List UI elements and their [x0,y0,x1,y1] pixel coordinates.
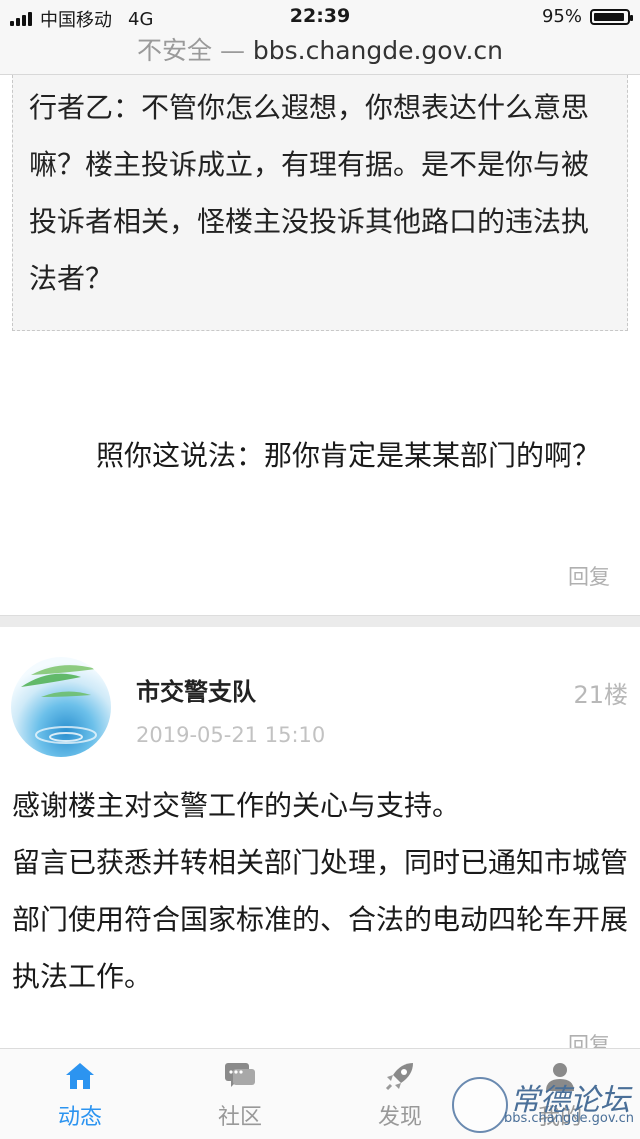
battery-info: 95% [541,6,633,27]
bamboo-leaf-icon [21,665,97,744]
reply-body: 照你这说法：那你肯定是某某部门的啊？ [96,439,601,472]
address-bar[interactable]: 不安全 — bbs.changde.gov.cn [0,34,640,75]
battery-icon [590,8,633,25]
floor-number: 21楼 [573,681,628,709]
reply-button[interactable]: 回复 [568,561,610,591]
quoted-reply: 行者乙：不管你怎么遐想，你想表达什么意思嘛？楼主投诉成立，有理有据。是不是你与被… [12,75,628,331]
post-body: 感谢楼主对交警工作的关心与支持。 留言已获悉并转相关部门处理，同时已通知市城管部… [12,777,628,1005]
avatar[interactable] [11,657,111,757]
chat-icon [225,1063,255,1087]
tab-label: 社区 [217,1105,262,1130]
post-line: 留言已获悉并转相关部门处理，同时已通知市城管部门使用符合国家标准的、合法的电动四… [12,846,629,993]
battery-percent: 95% [541,6,582,27]
forum-watermark: 常德论坛 bbs.changde.gov.cn [452,1073,635,1133]
home-icon [66,1063,94,1089]
watermark-url: bbs.changde.gov.cn [504,1111,635,1126]
insecure-label: 不安全 [136,36,212,65]
author-name[interactable]: 市交警支队 [136,672,256,707]
tab-label: 动态 [57,1105,102,1130]
rocket-icon [385,1063,413,1091]
tab-community[interactable]: 社区 [160,1049,320,1139]
url-separator: — [219,36,245,65]
tab-dynamic[interactable]: 动态 [0,1049,160,1139]
reply-card: 行者乙：不管你怎么遐想，你想表达什么意思嘛？楼主投诉成立，有理有据。是不是你与被… [0,75,640,616]
bottom-tab-bar: 动态 社区 发现 我的 常德论坛 bbs.changde.gov.cn [0,1048,640,1139]
post-timestamp: 2019-05-21 15:10 [136,723,326,747]
url-text: bbs.changde.gov.cn [252,36,503,65]
status-bar: 中国移动 4G 22:39 95% [0,0,640,34]
post-line: 感谢楼主对交警工作的关心与支持。 [12,789,461,822]
forum-seal-icon [452,1077,508,1133]
